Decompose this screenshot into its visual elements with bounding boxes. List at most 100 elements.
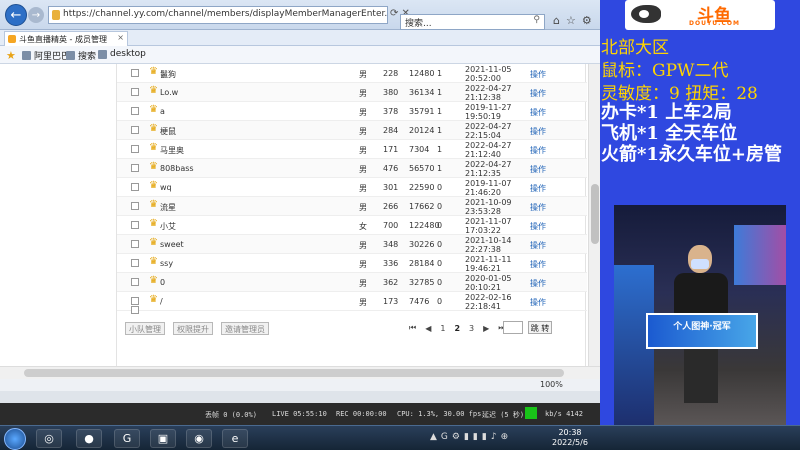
row-checkbox[interactable]: [131, 202, 139, 210]
pagination: ⏮ ◀ 1 2 3 ▶ ⏭: [409, 323, 505, 333]
system-tray[interactable]: ▲G⚙▮▮▮♪⊕: [430, 432, 512, 442]
horizontal-scrollbar[interactable]: [0, 366, 600, 379]
row-checkbox[interactable]: [131, 164, 139, 172]
app-ie-icon[interactable]: e: [222, 429, 248, 448]
row-checkbox[interactable]: [131, 297, 139, 305]
row-checkbox[interactable]: [131, 145, 139, 153]
permission-button[interactable]: 权限提升: [173, 322, 213, 335]
bitrate: kb/s 4142: [545, 410, 583, 418]
row-checkbox[interactable]: [131, 126, 139, 134]
page-link-1[interactable]: 1: [440, 324, 445, 333]
member-contribution: 35791: [409, 107, 435, 116]
member-level: 378: [383, 107, 399, 116]
favorites-star-icon[interactable]: ☆: [566, 14, 582, 27]
app-search-icon[interactable]: ◎: [36, 429, 62, 448]
start-button[interactable]: [4, 428, 26, 450]
crown-icon: ♛: [149, 180, 158, 191]
row-checkbox[interactable]: [131, 278, 139, 286]
member-name: 马里奥: [160, 146, 184, 155]
join-clock: 22:27:38: [465, 245, 501, 254]
close-tab-icon[interactable]: ×: [117, 33, 124, 42]
invite-admin-button[interactable]: 邀请管理员: [221, 322, 269, 335]
vertical-scrollbar[interactable]: [588, 64, 600, 366]
back-button[interactable]: ←: [5, 4, 27, 26]
member-action-link[interactable]: 操作: [530, 69, 546, 80]
member-level: 380: [383, 88, 399, 97]
next-page-icon[interactable]: ▶: [483, 324, 489, 333]
search-input[interactable]: 搜索... ⚲: [400, 14, 545, 30]
jump-button[interactable]: 跳 转: [528, 321, 552, 334]
group-manage-button[interactable]: 小队管理: [125, 322, 165, 335]
member-action-link[interactable]: 操作: [530, 221, 546, 232]
join-date: 2020-01-05: [465, 274, 512, 283]
member-action-link[interactable]: 操作: [530, 88, 546, 99]
scroll-thumb[interactable]: [591, 184, 599, 244]
member-action-link[interactable]: 操作: [530, 107, 546, 118]
member-action-link[interactable]: 操作: [530, 164, 546, 175]
row-checkbox[interactable]: [131, 69, 139, 77]
member-action-link[interactable]: 操作: [530, 202, 546, 213]
table-row: ♛ wq 男 301 22590 0 2019-11-07 21:46:20 操作: [117, 178, 587, 197]
member-join-time: 2022-04-27 22:15:04: [465, 122, 512, 140]
join-clock: 22:15:04: [465, 131, 501, 140]
join-clock: 19:46:21: [465, 264, 501, 273]
join-clock: 20:52:00: [465, 74, 501, 83]
fav-label: 搜索: [78, 52, 97, 62]
favorites-bar: ★ 阿里巴巴 搜索 desktop: [0, 46, 600, 64]
app-obs-icon[interactable]: ●: [76, 429, 102, 448]
favorites-star[interactable]: ★: [6, 49, 16, 62]
row-checkbox[interactable]: [131, 88, 139, 96]
table-row: ♛ 小艾 女 700 122480 0 2021-11-07 17:03:22 操作: [117, 216, 587, 235]
tab-member-manager[interactable]: 斗鱼直播精英 - 成员管理 ×: [4, 31, 128, 46]
first-page-icon[interactable]: ⏮: [409, 323, 416, 333]
table-row: ♛ 梗鼠 男 284 20124 1 2022-04-27 22:15:04 操作: [117, 121, 587, 140]
fav-item-desktop[interactable]: desktop: [98, 49, 146, 59]
table-row: ♛ / 男 173 7476 0 2022-02-16 22:18:41 操作: [117, 292, 587, 311]
row-checkbox[interactable]: [131, 240, 139, 248]
member-action-link[interactable]: 操作: [530, 145, 546, 156]
member-count: 0: [437, 183, 443, 192]
app-g-icon[interactable]: G: [114, 429, 140, 448]
join-date: 2019-11-27: [465, 103, 512, 112]
select-all-checkbox[interactable]: [131, 306, 139, 314]
rec-timer: REC 00:00:00: [336, 410, 387, 418]
prev-page-icon[interactable]: ◀: [425, 324, 431, 333]
member-count: 1: [437, 88, 443, 97]
fav-item-search[interactable]: 搜索: [66, 49, 96, 62]
member-action-link[interactable]: 操作: [530, 297, 546, 308]
page-link-2[interactable]: 2: [454, 324, 460, 333]
zoom-level[interactable]: 100%: [540, 380, 563, 389]
member-sex: 男: [359, 108, 367, 117]
row-checkbox[interactable]: [131, 259, 139, 267]
url-field[interactable]: https://channel.yy.com/channel/members/d…: [48, 6, 388, 24]
page-link-3[interactable]: 3: [469, 324, 474, 333]
scroll-thumb[interactable]: [24, 369, 564, 377]
crown-icon: ♛: [149, 199, 158, 210]
app-window-icon[interactable]: ▣: [150, 429, 176, 448]
member-action-link[interactable]: 操作: [530, 126, 546, 137]
row-checkbox[interactable]: [131, 107, 139, 115]
app-douyu-icon[interactable]: ◉: [186, 429, 212, 448]
fav-item-alibaba[interactable]: 阿里巴巴: [22, 49, 70, 62]
member-action-link[interactable]: 操作: [530, 259, 546, 270]
member-action-link[interactable]: 操作: [530, 240, 546, 251]
member-count: 1: [437, 145, 443, 154]
row-checkbox[interactable]: [131, 221, 139, 229]
crown-icon: ♛: [149, 256, 158, 267]
home-icon[interactable]: ⌂: [553, 14, 566, 27]
browser-status-bar: 100%: [0, 379, 600, 391]
member-action-link[interactable]: 操作: [530, 183, 546, 194]
page-number-input[interactable]: [503, 321, 523, 334]
search-icon[interactable]: ⚲: [533, 15, 540, 25]
join-clock: 23:53:28: [465, 207, 501, 216]
crown-icon: ♛: [149, 104, 158, 115]
lock-icon: [52, 10, 60, 20]
forward-button[interactable]: →: [28, 7, 44, 23]
member-action-link[interactable]: 操作: [530, 278, 546, 289]
gear-icon[interactable]: ⚙: [582, 14, 598, 27]
row-checkbox[interactable]: [131, 183, 139, 191]
member-join-time: 2020-01-05 20:10:21: [465, 274, 512, 292]
member-count: 0: [437, 202, 443, 211]
tab-title: 斗鱼直播精英 - 成员管理: [19, 35, 107, 44]
clock[interactable]: 20:38 2022/5/6: [552, 428, 588, 448]
